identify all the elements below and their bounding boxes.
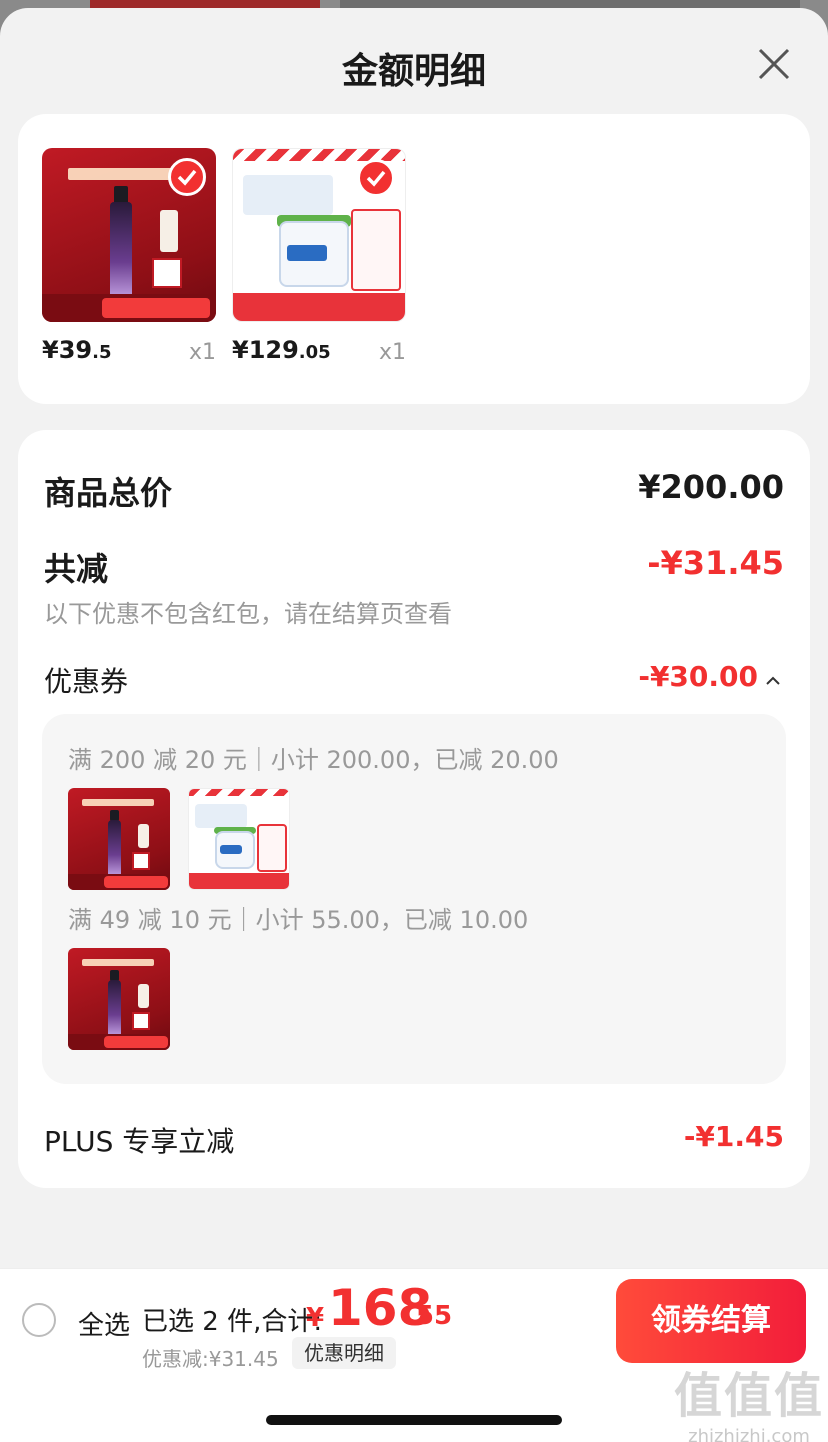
coupon-value[interactable]: -¥30.00 bbox=[638, 660, 758, 693]
sheet-title: 金额明细 bbox=[341, 51, 486, 92]
product-price: ¥39.5 bbox=[42, 336, 112, 364]
select-all-label[interactable]: 全选 bbox=[78, 1305, 130, 1342]
checkout-button[interactable]: 领券结算 bbox=[616, 1279, 806, 1363]
radio-unchecked-icon[interactable] bbox=[22, 1303, 56, 1337]
product-item[interactable]: ¥39.5 x1 bbox=[42, 148, 216, 365]
coupon-breakdown: 满 200 减 20 元｜小计 200.00，已减 20.00 满 49 减 1… bbox=[42, 714, 786, 1084]
check-icon bbox=[177, 169, 197, 186]
price-details-card: 商品总价 ¥200.00 共减 -¥31.45 以下优惠不包含红包，请在结算页查… bbox=[18, 430, 810, 1188]
product-image[interactable] bbox=[42, 148, 216, 322]
coupon-product-thumb bbox=[68, 948, 170, 1050]
total-price-label: 商品总价 bbox=[44, 474, 173, 512]
total-reduction-value: -¥31.45 bbox=[647, 544, 784, 582]
coupon-product-thumb bbox=[188, 788, 290, 890]
coupon-rule: 满 200 减 20 元｜小计 200.00，已减 20.00 bbox=[68, 746, 559, 774]
watermark-logo: 值值值 bbox=[674, 1368, 825, 1424]
total-price-value: ¥200.00 bbox=[638, 468, 784, 506]
product-quantity: x1 bbox=[188, 340, 216, 365]
coupon-rule: 满 49 减 10 元｜小计 55.00，已减 10.00 bbox=[68, 906, 529, 934]
coupon-label[interactable]: 优惠券 bbox=[44, 660, 128, 700]
site-watermark: 值值值 zhizhizhi.com bbox=[674, 1356, 824, 1442]
amount-detail-sheet: 金额明细 ¥39.5 x1 ¥129.05 x1 商品总价 ¥200.00 共减… bbox=[0, 8, 828, 1442]
selected-check[interactable] bbox=[357, 159, 395, 197]
product-item[interactable]: ¥129.05 x1 bbox=[232, 148, 406, 365]
total-amount-decimal: .55 bbox=[406, 1301, 453, 1331]
discount-detail-button[interactable]: 优惠明细 bbox=[292, 1337, 396, 1369]
red-packet-note: 以下优惠不包含红包，请在结算页查看 bbox=[44, 600, 452, 628]
home-indicator bbox=[266, 1415, 562, 1425]
check-icon bbox=[366, 170, 386, 187]
selected-check[interactable] bbox=[168, 158, 206, 196]
total-currency: ¥ bbox=[306, 1303, 325, 1333]
product-price: ¥129.05 bbox=[232, 336, 331, 364]
discount-summary: 优惠减:¥31.45 bbox=[142, 1347, 279, 1371]
close-icon bbox=[758, 48, 790, 80]
plus-discount-value: -¥1.45 bbox=[683, 1120, 784, 1153]
coupon-product-thumb bbox=[68, 788, 170, 890]
product-image[interactable] bbox=[232, 148, 406, 322]
chevron-up-icon[interactable] bbox=[764, 672, 782, 690]
product-quantity: x1 bbox=[378, 340, 406, 365]
close-button[interactable] bbox=[752, 42, 796, 86]
products-card: ¥39.5 x1 ¥129.05 x1 bbox=[18, 114, 810, 404]
watermark-site: zhizhizhi.com bbox=[688, 1426, 810, 1442]
selected-count-text: 已选 2 件,合计: bbox=[142, 1307, 323, 1337]
total-reduction-label: 共减 bbox=[44, 550, 109, 588]
plus-discount-label: PLUS 专享立减 bbox=[44, 1125, 235, 1158]
